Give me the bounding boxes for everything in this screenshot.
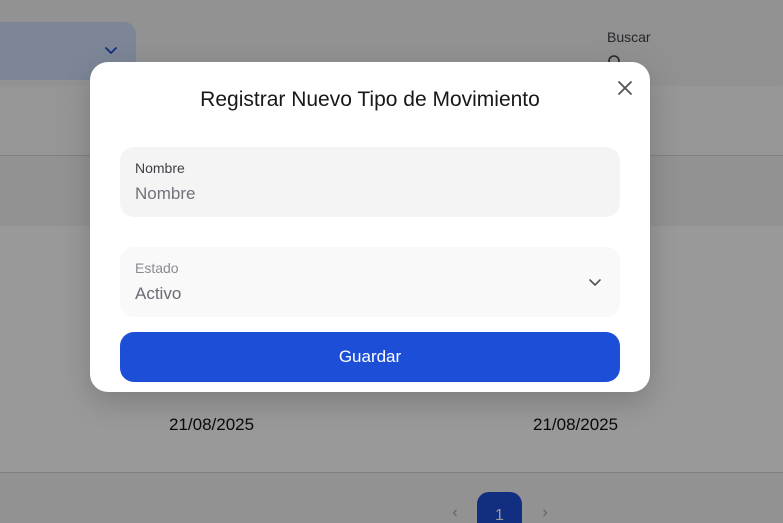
chevron-down-icon bbox=[589, 279, 601, 286]
status-select[interactable]: Estado Activo bbox=[120, 247, 620, 317]
register-movement-type-modal: Registrar Nuevo Tipo de Movimiento Nombr… bbox=[90, 62, 650, 392]
save-button[interactable]: Guardar bbox=[120, 332, 620, 382]
name-field[interactable]: Nombre bbox=[120, 147, 620, 217]
close-icon bbox=[618, 81, 632, 95]
name-field-label: Nombre bbox=[135, 160, 185, 176]
status-field-label: Estado bbox=[135, 260, 179, 276]
name-input[interactable] bbox=[135, 184, 605, 204]
close-button[interactable] bbox=[614, 77, 636, 99]
modal-title: Registrar Nuevo Tipo de Movimiento bbox=[200, 88, 540, 111]
status-select-value: Activo bbox=[135, 284, 182, 303]
